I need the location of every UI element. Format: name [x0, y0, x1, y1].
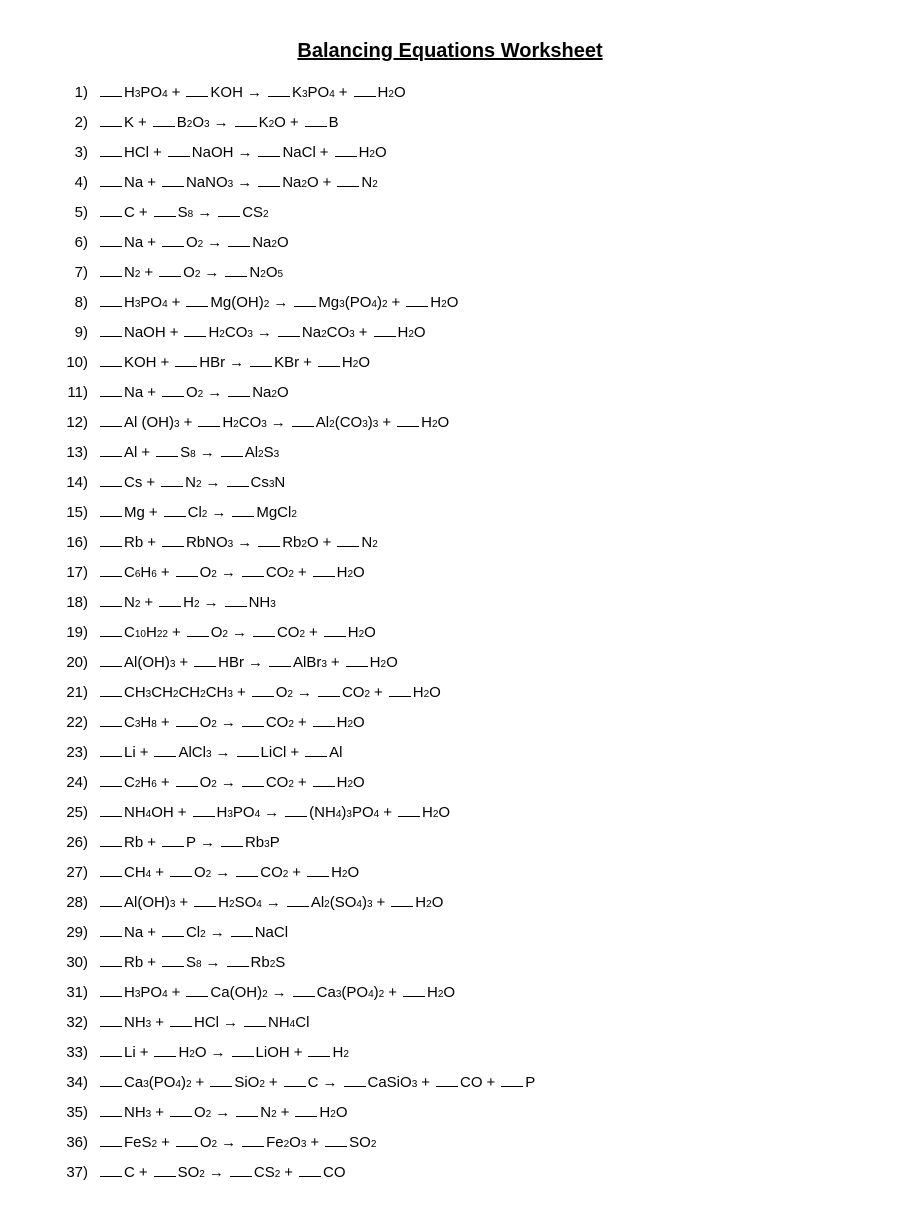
equation-row-35: 35) NH3 + O2 → N2 + H2O — [60, 1101, 840, 1125]
equation-row-33: 33) Li + H2O → LiOH + H2 — [60, 1041, 840, 1065]
equation-row-12: 12) Al (OH)3 + H2CO3 → Al2(CO3)3 + H2O — [60, 411, 840, 435]
eq-number: 2) — [60, 111, 98, 135]
eq-content: K + B2O3 → K2O + B — [98, 111, 339, 135]
blank — [354, 96, 376, 97]
equation-row-25: 25) NH4OH + H3PO4 → (NH4)3PO4 + H2O — [60, 801, 840, 825]
blank — [100, 96, 122, 97]
blank — [268, 96, 290, 97]
equation-row-19: 19) C10H22 + O2 → CO2 + H2O — [60, 621, 840, 645]
page-title: Balancing Equations Worksheet — [60, 40, 840, 63]
equation-row-18: 18) N2 + H2 → NH3 — [60, 591, 840, 615]
equation-row-7: 7) N2 + O2 → N2O5 — [60, 261, 840, 285]
equation-row-3: 3) HCl + NaOH → NaCl + H2O — [60, 141, 840, 165]
eq-number: 1) — [60, 81, 98, 105]
equation-row-15: 15) Mg + Cl2 → MgCl2 — [60, 501, 840, 525]
equation-row-23: 23) Li + AlCl3 → LiCl + Al — [60, 741, 840, 765]
equation-row-13: 13) Al + S8 → Al2S3 — [60, 441, 840, 465]
equation-row-34: 34) Ca3(PO4)2 + SiO2 + C → CaSiO3 + CO +… — [60, 1071, 840, 1095]
equation-row-10: 10) KOH + HBr → KBr + H2O — [60, 351, 840, 375]
equation-row-16: 16) Rb + RbNO3 → Rb2O + N2 — [60, 531, 840, 555]
equation-row-17: 17) C6H6 + O2 → CO2 + H2O — [60, 561, 840, 585]
equation-row-8: 8) H3PO4 + Mg(OH)2 → Mg3(PO4)2 + H2O — [60, 291, 840, 315]
equation-row-1: 1) H3PO4 + KOH → K3PO4 + H2O — [60, 81, 840, 105]
equation-row-4: 4) Na + NaNO3 → Na2O + N2 — [60, 171, 840, 195]
equation-row-21: 21) CH3CH2CH2CH3 + O2 → CO2 + H2O — [60, 681, 840, 705]
blank — [186, 96, 208, 97]
equations-list: 1) H3PO4 + KOH → K3PO4 + H2O 2) K + B2O3… — [60, 81, 840, 1185]
equation-row-26: 26) Rb + P → Rb3P — [60, 831, 840, 855]
equation-row-27: 27) CH4 + O2 → CO2 + H2O — [60, 861, 840, 885]
equation-row-24: 24) C2H6 + O2 → CO2 + H2O — [60, 771, 840, 795]
eq-content: H3PO4 + KOH → K3PO4 + H2O — [98, 81, 406, 105]
equation-row-14: 14) Cs + N2 → Cs3N — [60, 471, 840, 495]
equation-row-5: 5) C + S8 → CS2 — [60, 201, 840, 225]
equation-row-22: 22) C3H8 + O2 → CO2 + H2O — [60, 711, 840, 735]
equation-row-32: 32) NH3 + HCl → NH4Cl — [60, 1011, 840, 1035]
equation-row-30: 30) Rb + S8 → Rb2S — [60, 951, 840, 975]
equation-row-6: 6) Na + O2 → Na2O — [60, 231, 840, 255]
equation-row-20: 20) Al(OH)3 + HBr → AlBr3 + H2O — [60, 651, 840, 675]
equation-row-36: 36) FeS2 + O2 → Fe2O3 + SO2 — [60, 1131, 840, 1155]
equation-row-29: 29) Na + Cl2 → NaCl — [60, 921, 840, 945]
equation-row-31: 31) H3PO4 + Ca(OH)2 → Ca3(PO4)2 + H2O — [60, 981, 840, 1005]
equation-row-11: 11) Na + O2 → Na2O — [60, 381, 840, 405]
equation-row-9: 9) NaOH + H2CO3 → Na2CO3 + H2O — [60, 321, 840, 345]
equation-row-2: 2) K + B2O3 → K2O + B — [60, 111, 840, 135]
equation-row-28: 28) Al(OH)3 + H2SO4 → Al2(SO4)3 + H2O — [60, 891, 840, 915]
